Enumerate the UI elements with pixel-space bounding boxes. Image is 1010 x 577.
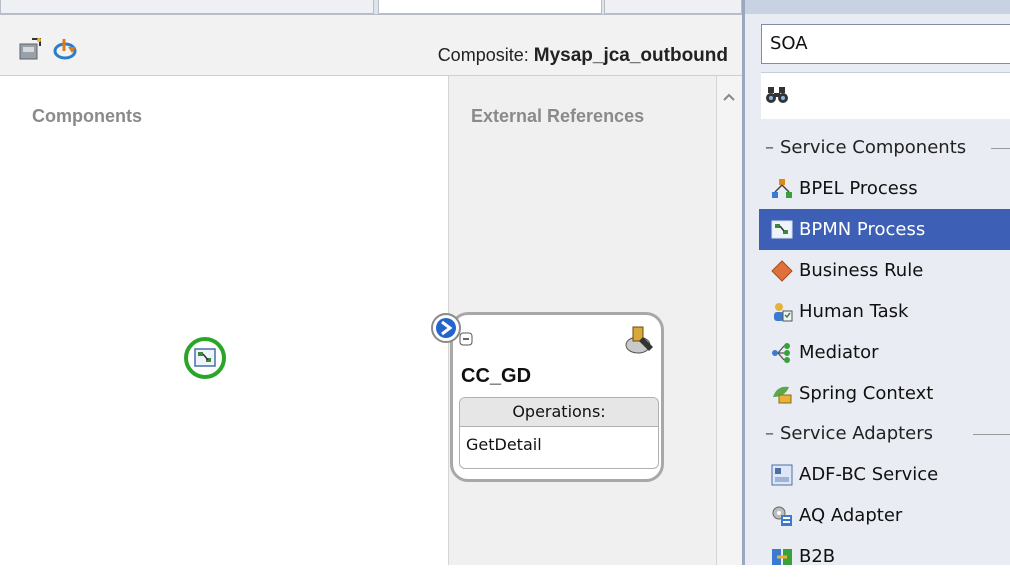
spring-context-icon	[773, 386, 792, 403]
palette-item-label: BPEL Process	[799, 178, 918, 199]
component-palette: SOA – Service Components BPEL Process BP…	[742, 0, 1010, 567]
palette-item-label: Mediator	[799, 342, 879, 363]
editor-tab[interactable]	[0, 0, 374, 14]
vertical-scrollbar[interactable]	[716, 76, 743, 565]
palette-item-label: Business Rule	[799, 260, 924, 281]
binoculars-icon[interactable]	[765, 85, 789, 109]
bpmn-process-icon	[771, 220, 793, 238]
palette-item-business-rule[interactable]: Business Rule	[759, 250, 1010, 291]
section-title: Service Adapters	[780, 423, 934, 444]
section-service-components[interactable]: – Service Components	[759, 128, 1010, 168]
editor-tab-strip	[0, 0, 742, 15]
mediator-icon	[772, 342, 790, 363]
composite-name: Mysap_jca_outbound	[533, 45, 728, 66]
composite-label: Composite:	[437, 45, 529, 65]
test-composite-icon[interactable]	[52, 37, 80, 65]
palette-tab[interactable]	[745, 0, 1010, 14]
palette-item-bpmn-process[interactable]: BPMN Process	[759, 209, 1010, 250]
palette-item-label: Spring Context	[799, 383, 934, 404]
components-lane[interactable]: Components	[0, 76, 448, 565]
external-reference-card[interactable]: CC_GD Operations: GetDetail	[431, 312, 664, 482]
business-rule-icon	[771, 259, 793, 282]
composite-title: Composite: Mysap_jca_outbound	[438, 45, 728, 67]
reference-name: CC_GD	[461, 365, 532, 387]
operation-item[interactable]: GetDetail	[460, 427, 658, 454]
editor-tab[interactable]	[604, 0, 742, 14]
palette-item-aq-adapter[interactable]: AQ Adapter	[759, 495, 1010, 536]
section-title: Service Components	[780, 137, 967, 158]
aq-adapter-icon	[772, 506, 792, 526]
palette-item-human-task[interactable]: Human Task	[759, 291, 1010, 332]
service-wire-icon[interactable]	[429, 311, 463, 349]
palette-item-label: Human Task	[799, 301, 909, 322]
section-rule	[991, 148, 1010, 149]
bpmn-drop-target-icon[interactable]	[183, 336, 227, 380]
palette-list: – Service Components BPEL Process BPMN Pr…	[759, 128, 1010, 577]
operations-header: Operations:	[460, 398, 658, 427]
components-lane-title: Components	[32, 106, 142, 126]
palette-item-mediator[interactable]: Mediator	[759, 332, 1010, 373]
bpel-process-icon	[772, 178, 792, 198]
section-rule	[973, 434, 1010, 435]
b2b-icon	[772, 548, 792, 565]
palette-item-b2b[interactable]: B2B	[759, 536, 1010, 577]
human-task-icon	[774, 302, 793, 321]
editor-tab-active[interactable]	[378, 0, 602, 14]
palette-item-spring-context[interactable]: Spring Context	[759, 373, 1010, 414]
palette-item-label: AQ Adapter	[799, 505, 903, 526]
adf-bc-service-icon	[771, 464, 793, 485]
scroll-up-icon[interactable]	[723, 86, 735, 105]
palette-item-bpel-process[interactable]: BPEL Process	[759, 168, 1010, 209]
jca-adapter-icon	[623, 321, 659, 361]
palette-item-label: BPMN Process	[799, 219, 926, 240]
palette-category-select[interactable]: SOA	[761, 24, 1010, 64]
editor-toolbar: Composite: Mysap_jca_outbound	[0, 15, 742, 76]
section-service-adapters[interactable]: – Service Adapters	[759, 414, 1010, 454]
external-references-title: External References	[471, 106, 645, 126]
composite-editor: Composite: Mysap_jca_outbound Components…	[0, 0, 743, 565]
deploy-icon[interactable]	[18, 37, 44, 65]
palette-item-label: ADF-BC Service	[799, 464, 939, 485]
palette-item-adf-bc-service[interactable]: ADF-BC Service	[759, 454, 1010, 495]
collapse-icon[interactable]	[459, 331, 473, 350]
palette-item-label: B2B	[799, 546, 836, 567]
palette-search[interactable]	[761, 72, 1010, 119]
operations-box: Operations: GetDetail	[459, 397, 659, 469]
